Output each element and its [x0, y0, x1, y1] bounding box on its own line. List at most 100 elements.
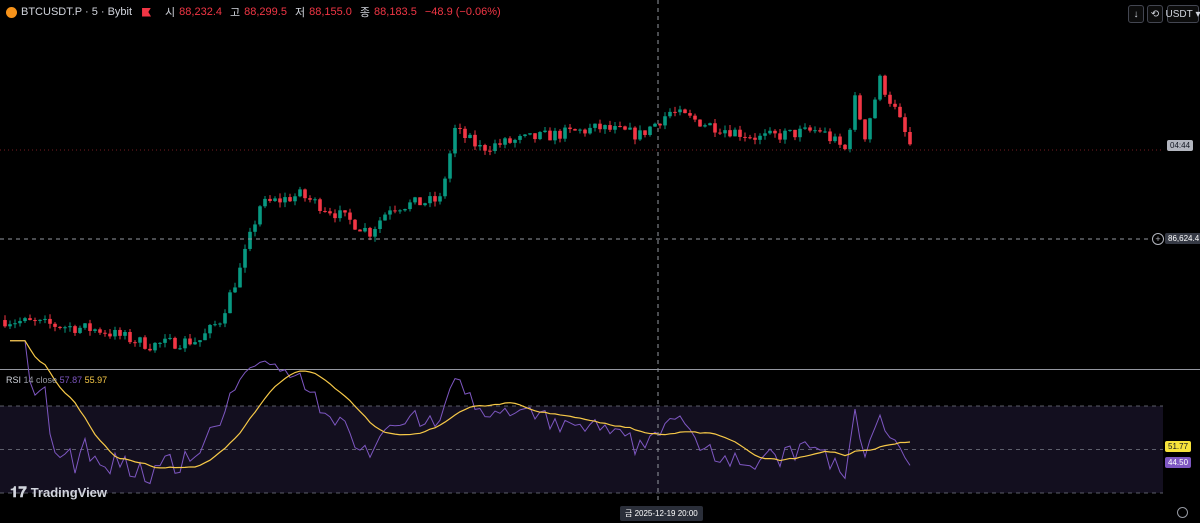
settings-icon[interactable]: [1177, 507, 1188, 518]
candle-body: [248, 231, 252, 249]
candle-body: [633, 127, 637, 140]
candle-body: [748, 137, 752, 139]
candle-body: [23, 318, 27, 322]
candle-body: [273, 198, 277, 201]
candle-body: [393, 210, 397, 212]
candle-body: [313, 199, 317, 201]
candle-body: [578, 129, 582, 131]
add-alert-icon[interactable]: +: [1152, 233, 1164, 245]
candle-body: [738, 129, 742, 137]
candle-body: [538, 132, 542, 140]
candle-body: [688, 113, 692, 116]
candle-body: [78, 327, 82, 333]
candle-body: [503, 138, 507, 145]
candle-body: [173, 337, 177, 349]
candle-body: [148, 348, 152, 351]
candle-body: [368, 227, 372, 237]
candle-body: [623, 126, 627, 130]
candle-body: [718, 132, 722, 134]
candle-body: [433, 196, 437, 202]
candle-body: [733, 129, 737, 137]
candle-body: [183, 338, 187, 349]
candle-body: [558, 130, 562, 139]
candle-body: [863, 119, 867, 140]
candle-body: [268, 198, 272, 201]
candle-body: [193, 342, 197, 345]
tradingview-logo[interactable]: 𝟏𝟕 TradingView: [10, 484, 107, 501]
candle-body: [3, 320, 7, 327]
candle-body: [533, 133, 537, 140]
candle-body: [553, 130, 557, 141]
candle-body: [333, 213, 337, 219]
candle-body: [833, 136, 837, 142]
candle-body: [893, 103, 897, 107]
rsi-title[interactable]: RSI: [6, 375, 21, 385]
candle-body: [548, 130, 552, 141]
candle-body: [198, 340, 202, 343]
candle-body: [783, 130, 787, 140]
candle-body: [858, 95, 862, 120]
candle-body: [118, 329, 122, 336]
candle-body: [423, 203, 427, 206]
candle-body: [758, 135, 762, 140]
candle-body: [303, 189, 307, 199]
candle-body: [613, 126, 617, 130]
candle-body: [358, 229, 362, 232]
candle-body: [253, 224, 257, 232]
candle-body: [693, 115, 697, 120]
candle-body: [543, 130, 547, 133]
candle-body: [98, 329, 102, 333]
candle-body: [838, 136, 842, 145]
candle-body: [518, 135, 522, 140]
candle-body: [468, 134, 472, 139]
candle-body: [158, 342, 162, 344]
candle-body: [843, 144, 847, 150]
candle-body: [808, 127, 812, 131]
candle-body: [238, 267, 242, 288]
candle-body: [723, 130, 727, 134]
rsi-value: 57.87: [59, 375, 83, 385]
candle-body: [678, 109, 682, 113]
candle-body: [143, 337, 147, 349]
candle-body: [663, 116, 667, 126]
candle-body: [868, 118, 872, 140]
candle-body: [348, 212, 352, 220]
candle-body: [328, 211, 332, 214]
candle-body: [133, 342, 137, 344]
candle-body: [523, 134, 527, 136]
candle-body: [163, 338, 167, 343]
candle-body: [278, 198, 282, 203]
candle-body: [93, 329, 97, 331]
candle-body: [103, 332, 107, 334]
tradingview-icon: 𝟏𝟕: [10, 484, 27, 501]
candle-body: [818, 130, 822, 132]
candle-body: [178, 348, 182, 350]
candle-body: [853, 95, 857, 130]
candle-body: [583, 129, 587, 134]
candle-body: [343, 210, 347, 213]
candle-body: [43, 318, 47, 320]
candle-body: [353, 219, 357, 230]
candle-body: [138, 337, 142, 343]
candle-body: [108, 333, 112, 337]
rsi-ma-value: 55.97: [84, 375, 108, 385]
candle-body: [788, 129, 792, 131]
candle-body: [713, 123, 717, 133]
candle-body: [673, 111, 677, 113]
candle-body: [188, 338, 192, 345]
candle-body: [58, 326, 62, 328]
candle-body: [598, 123, 602, 130]
candle-body: [308, 198, 312, 200]
candle-body: [18, 321, 22, 324]
candle-body: [443, 178, 447, 197]
candle-body: [63, 327, 67, 329]
candle-body: [798, 128, 802, 138]
candle-body: [403, 209, 407, 211]
candle-body: [293, 196, 297, 202]
candle-body: [628, 127, 632, 130]
candle-body: [208, 324, 212, 334]
candle-body: [603, 125, 607, 130]
chart-canvas[interactable]: [0, 0, 1200, 523]
candle-body: [418, 197, 422, 206]
rsi-legend: RSI 14 close 57.87 55.97: [6, 375, 107, 385]
